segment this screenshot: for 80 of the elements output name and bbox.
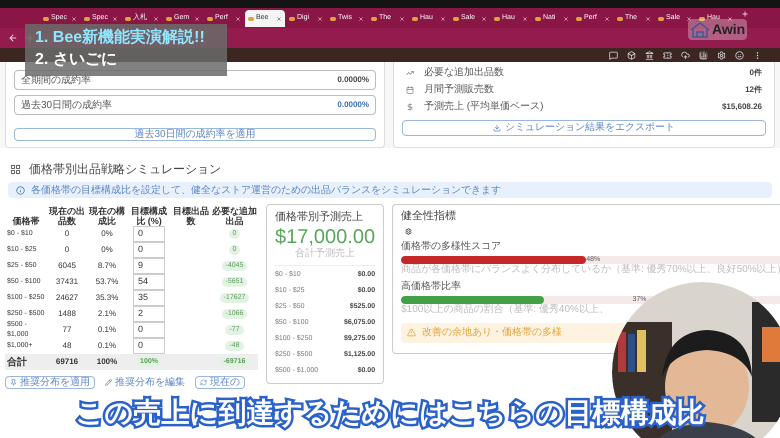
chapter-item: 1. Bee新機能実演解説!! [35,27,206,48]
channel-logo: Awin [688,19,748,40]
total-caption: 合計予測売上 [295,248,356,258]
download-icon [493,124,501,132]
column-header: 必要な追加出品 [211,206,258,226]
summary-value: $15,608.26 [722,100,762,112]
ticket-icon[interactable] [663,50,672,60]
distribution-button[interactable]: 推奨分布を編集 [101,376,189,389]
summary-label: 月間予測販売数 [424,82,495,97]
column-header: 目標構成比 (%) [130,206,168,226]
table-cell-text: 合計 [6,356,28,370]
table-cell-text: 100% [96,356,118,368]
table-cell-text: 69716 [54,356,80,368]
settings-icon[interactable] [405,228,412,234]
table-cell-text: 6045 [57,260,77,272]
table-cell-text: 0% [100,228,114,240]
comment-icon[interactable] [609,50,618,60]
summary-value: 0件 [750,66,762,78]
house-icon [690,22,710,38]
cube-icon[interactable] [627,50,636,60]
table-cell-text: 1488 [57,308,77,320]
target-input[interactable]: 9 [133,258,165,274]
metric-label: 価格帯の多様性スコア [401,240,502,254]
table-cell-text: 0% [100,244,114,256]
column-header: 現在の出品数 [48,206,86,226]
table-cell-text: 0.1% [96,324,118,336]
apply-rate-button[interactable]: 過去30日間の成約率を適用 [14,128,376,141]
back-icon[interactable] [8,33,18,43]
card-title: 価格帯別予測売上 [275,210,364,225]
table-cell-text: 0.1% [96,340,118,352]
total-amount: $17,000.00 [275,226,376,248]
distribution-button[interactable]: 推奨分布を適用 [5,376,95,389]
chapter-item: 2. さいごに [35,50,118,70]
metric-note: $100以上の商品の割合（基準: 優秀40%以上、 [401,304,610,314]
pencil-icon [105,379,112,386]
column-header: 価格帯 [11,216,40,226]
smiley-icon[interactable] [735,50,744,60]
refresh-icon [200,379,207,386]
card-title: 健全性指標 [401,209,458,224]
metric-note: 商品が各価格帯にバランスよく分布しているか（基準: 優秀70%以上、良好50%以上） [401,264,780,274]
target-input[interactable]: 0 [133,338,165,354]
table-cell-text: 35.3% [94,292,120,304]
summary-label: 必要な追加出品数 [424,66,505,80]
rate-field: 過去30日間の成約率 0.0000% [14,95,376,115]
table-cell-text: 77 [62,324,72,336]
warning-icon [407,328,416,337]
table-cell-text: 24627 [54,292,80,304]
metric-label: 高価格帯比率 [401,280,462,294]
table-cell-text: 37431 [54,276,80,288]
column-header: 目標出品数 [172,206,210,226]
table-cell-text: 48 [62,340,72,352]
info-banner: 各価格帯の目標構成比を設定して、健全なストア運営のための出品バランスをシミュレーションできます [8,182,772,198]
table-cell-text: 8.7% [96,260,118,272]
summary-label: 予測売上 (平均単価ベース) [424,100,544,114]
new-tab-icon[interactable] [741,10,749,18]
target-input[interactable]: 54 [133,274,165,290]
table-cell-text: 0 [64,228,70,240]
pin-icon [10,379,17,386]
target-input[interactable]: 0 [133,322,165,338]
dollar-icon [406,102,414,110]
table-cell-text: 0 [64,244,70,256]
info-icon [16,186,25,194]
grid-icon [10,164,21,174]
distribution-button[interactable]: 現在の [195,376,245,389]
close-icon[interactable] [276,16,282,22]
target-input[interactable]: 2 [133,306,165,322]
calendar-icon [406,86,414,94]
column-header: 現在の構成比 [88,206,126,226]
trend-icon [406,68,414,76]
target-input[interactable]: 0 [133,242,165,258]
bar-chart-icon[interactable] [699,50,708,60]
target-input[interactable]: 0 [133,226,165,242]
bank-icon[interactable] [645,50,654,60]
summary-value: 12件 [745,84,762,96]
target-input[interactable]: 35 [133,290,165,306]
export-button[interactable]: シミュレーション結果をエクスポート [402,120,766,136]
table-cell-text: 53.7% [94,276,120,288]
cloud-upload-icon[interactable] [681,50,690,60]
section-title: 価格帯別出品戦略シミュレーション [29,161,221,178]
table-cell-text: 2.1% [96,308,118,320]
